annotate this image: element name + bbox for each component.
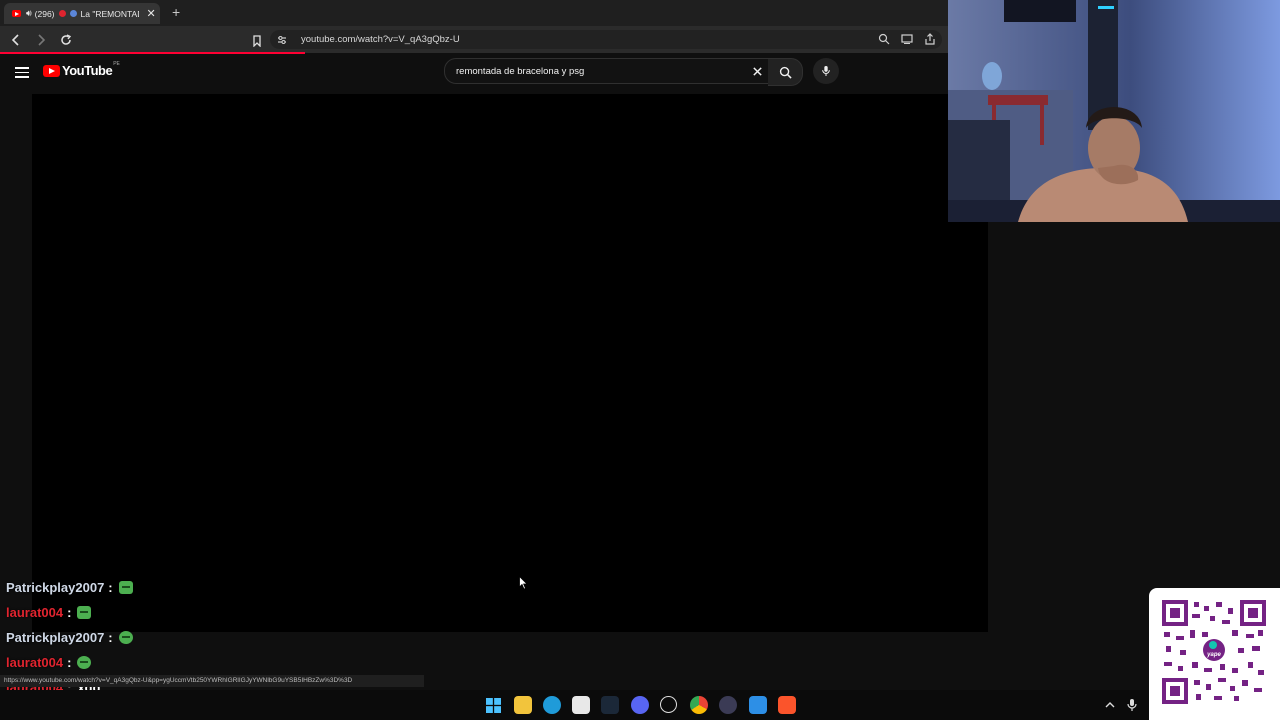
address-url: youtube.com/watch?v=V_qA3gQbz-U <box>301 34 460 45</box>
search-box <box>444 58 770 84</box>
back-button[interactable] <box>6 30 26 50</box>
microsoft-store-icon[interactable] <box>572 696 590 714</box>
speaker-icon[interactable]: 🔊︎ <box>26 8 32 19</box>
search-button[interactable] <box>768 58 803 86</box>
tab-title: La "REMONTADA <box>80 8 139 19</box>
qr-code-image: yape <box>1162 600 1266 704</box>
tab-close-icon[interactable]: ✕ <box>147 7 156 20</box>
reload-icon <box>61 33 72 45</box>
chat-emote-icon <box>77 656 92 669</box>
record-indicator-icon <box>58 10 66 17</box>
app-icon[interactable] <box>719 696 737 714</box>
steam-icon[interactable] <box>601 696 619 714</box>
file-explorer-icon[interactable] <box>514 696 532 714</box>
chat-separator: : <box>108 630 113 645</box>
brave-browser-icon[interactable] <box>778 696 796 714</box>
youtube-logo[interactable]: YouTube PE <box>43 60 120 78</box>
zoom-button[interactable] <box>875 30 893 48</box>
chat-separator: : <box>67 655 72 670</box>
youtube-logo-text: YouTube <box>62 63 113 78</box>
obs-icon[interactable] <box>660 696 677 713</box>
site-settings-icon[interactable] <box>276 34 288 46</box>
discord-icon[interactable] <box>631 696 649 714</box>
chat-username: Patrickplay2007 <box>6 630 105 645</box>
share-button[interactable] <box>921 30 939 48</box>
browser-tab-active[interactable]: 🔊︎ (296) La "REMONTADA ✕ <box>4 3 160 24</box>
chat-separator: : <box>67 605 72 620</box>
bookmark-icon <box>253 35 261 47</box>
mouse-cursor-icon <box>519 576 528 590</box>
webcam-overlay <box>948 0 1280 222</box>
microphone-icon <box>822 66 830 76</box>
link-status-url: https://www.youtube.com/watch?v=V_qA3gQb… <box>0 675 424 687</box>
reload-button[interactable] <box>56 30 76 50</box>
chat-username: Patrickplay2007 <box>6 580 105 595</box>
hamburger-menu-icon[interactable] <box>14 64 30 80</box>
edge-browser-icon[interactable] <box>543 696 561 714</box>
chat-message: laurat004 : <box>6 605 92 620</box>
address-bar[interactable]: youtube.com/watch?v=V_qA3gQbz-U <box>270 30 942 49</box>
chat-emote-icon <box>77 606 92 619</box>
tray-chevron-up-icon[interactable] <box>1104 699 1116 711</box>
chat-message: Patrickplay2007 : <box>6 630 133 645</box>
video-player[interactable] <box>32 94 988 632</box>
tab-notification-count: (296) <box>34 8 55 19</box>
browser-tab-strip: 🔊︎ (296) La "REMONTADA ✕ + <box>0 0 948 26</box>
country-code: PE <box>113 60 120 67</box>
chat-emote-icon <box>118 581 133 594</box>
chat-username: laurat004 <box>6 655 64 670</box>
back-arrow-icon <box>11 33 19 46</box>
voice-search-button[interactable] <box>813 58 839 84</box>
yape-qr-code-card: yape <box>1149 588 1280 720</box>
search-input[interactable] <box>454 64 749 78</box>
clear-search-icon[interactable] <box>749 63 765 79</box>
forward-button[interactable] <box>31 30 51 50</box>
chrome-icon[interactable] <box>690 696 708 714</box>
tray-microphone-icon[interactable] <box>1126 698 1138 712</box>
profile-indicator-icon <box>69 10 77 17</box>
bookmark-button[interactable] <box>247 31 267 51</box>
chat-emote-icon <box>118 631 133 644</box>
webcam-scene-image <box>948 0 1280 222</box>
cast-button[interactable] <box>898 30 916 48</box>
search-icon <box>779 66 792 79</box>
share-icon <box>925 33 935 45</box>
chat-message: laurat004 : <box>6 655 92 670</box>
youtube-favicon-icon <box>12 10 21 17</box>
zoom-icon <box>878 33 890 45</box>
browser-toolbar: youtube.com/watch?v=V_qA3gQbz-U <box>0 26 948 53</box>
yape-logo-text: yape <box>1206 652 1221 658</box>
chat-username: laurat004 <box>6 605 64 620</box>
cast-icon <box>901 34 913 44</box>
chat-separator: : <box>108 580 113 595</box>
youtube-play-logo-icon <box>43 64 60 77</box>
new-tab-button[interactable]: + <box>172 4 180 20</box>
safari-icon[interactable] <box>749 696 767 714</box>
windows-taskbar <box>0 690 1280 720</box>
forward-arrow-icon <box>38 33 46 46</box>
windows-start-icon[interactable] <box>484 696 502 714</box>
youtube-header: YouTube PE <box>0 54 948 92</box>
chat-message: Patrickplay2007 : <box>6 580 133 595</box>
